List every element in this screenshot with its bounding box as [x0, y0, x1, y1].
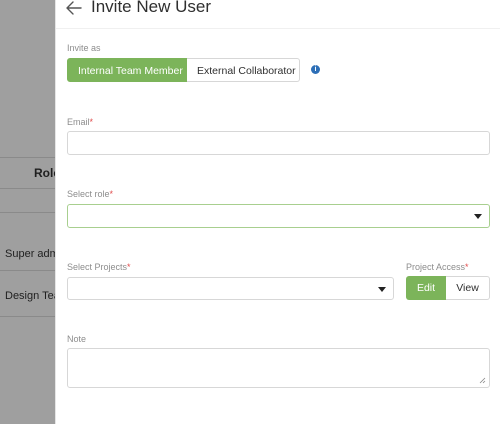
drawer-title: Invite New User: [91, 0, 211, 16]
invite-as-label: Invite as: [67, 43, 101, 53]
email-label-text: Email: [67, 117, 90, 127]
project-access-label-text: Project Access: [406, 262, 466, 272]
projects-label: Select Projects*: [67, 262, 131, 272]
internal-team-member-button[interactable]: Internal Team Member: [67, 58, 187, 82]
view-access-button[interactable]: View: [446, 276, 490, 300]
bg-row-text: Super adm: [5, 248, 59, 260]
projects-label-text: Select Projects: [67, 262, 128, 272]
invite-as-toggle: Internal Team Member External Collaborat…: [67, 58, 300, 82]
bg-divider: [0, 212, 60, 213]
bg-row-text: Design Tea: [5, 290, 60, 302]
note-label: Note: [67, 334, 87, 344]
back-arrow-icon[interactable]: [65, 0, 83, 18]
role-label-text: Select role: [67, 189, 110, 199]
drawer-header: Invite New User: [55, 0, 500, 29]
info-icon[interactable]: i: [311, 65, 320, 74]
required-mark: *: [127, 262, 131, 272]
projects-select[interactable]: [67, 277, 394, 300]
bg-divider: [0, 270, 60, 271]
email-field[interactable]: [67, 131, 490, 155]
project-access-toggle: Edit View: [406, 276, 490, 300]
bg-divider: [0, 316, 60, 317]
bg-divider: [0, 157, 60, 158]
invite-user-drawer: Invite New User Invite as Internal Team …: [55, 0, 500, 424]
external-collaborator-button[interactable]: External Collaborator: [187, 58, 300, 82]
email-label: Email*: [67, 117, 93, 127]
edit-access-button[interactable]: Edit: [406, 276, 446, 300]
role-label: Select role*: [67, 189, 113, 199]
chevron-down-icon: [474, 214, 482, 219]
chevron-down-icon: [378, 286, 386, 292]
required-mark: *: [465, 262, 469, 272]
required-mark: *: [109, 189, 114, 199]
drawer-edge: [55, 0, 56, 424]
note-textarea[interactable]: [67, 348, 490, 388]
project-access-label: Project Access*: [406, 262, 469, 272]
role-select[interactable]: [67, 204, 490, 228]
bg-divider: [0, 188, 60, 189]
resize-handle-icon[interactable]: [479, 377, 486, 384]
required-mark: *: [89, 117, 94, 127]
